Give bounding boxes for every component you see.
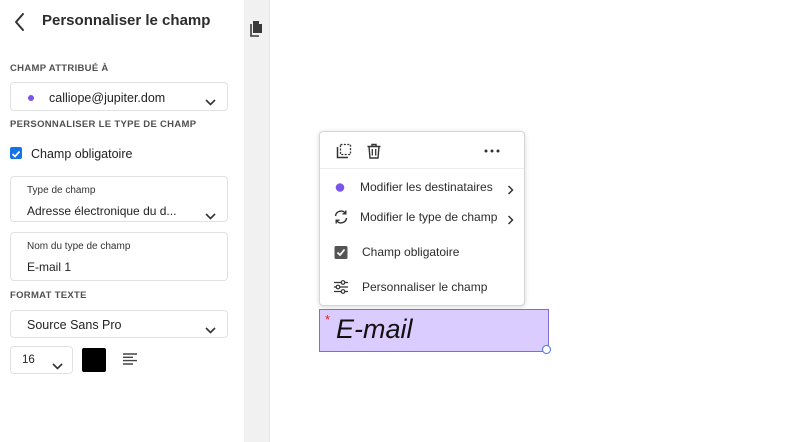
menu-item-label: Personnaliser le champ	[362, 280, 488, 294]
decorative-marks: · · · ·	[416, 0, 523, 5]
field-type-value: Adresse électronique du d...	[27, 204, 177, 218]
more-icon[interactable]	[483, 143, 501, 159]
side-rail	[244, 0, 270, 442]
trash-icon[interactable]	[366, 143, 382, 159]
resize-handle[interactable]	[542, 345, 551, 354]
field-type-label: Type de champ	[27, 185, 96, 196]
document-canvas: · · · ·	[271, 0, 799, 442]
email-form-field[interactable]: * E-mail	[319, 309, 551, 354]
field-placeholder-text: E-mail	[336, 314, 413, 344]
chevron-right-icon	[507, 212, 514, 230]
assignee-email: calliope@jupiter.dom	[49, 91, 166, 105]
field-name-input[interactable]: Nom du type de champ E-mail 1	[10, 232, 228, 281]
customize-type-label: PERSONNALISER LE TYPE DE CHAMP	[10, 119, 197, 130]
customize-field-panel: Personnaliser le champ CHAMP ATTRIBUÉ À …	[0, 0, 244, 442]
popover-toolbar	[320, 132, 524, 169]
required-checkbox-label: Champ obligatoire	[31, 147, 133, 161]
field-type-select[interactable]: Type de champ Adresse électronique du d.…	[10, 176, 228, 222]
menu-item-label: Modifier le type de champ	[360, 210, 498, 224]
chevron-down-icon	[52, 357, 63, 375]
menu-item-required-field[interactable]: Champ obligatoire	[320, 237, 524, 267]
chevron-down-icon	[205, 321, 216, 339]
panel-header: Personnaliser le champ	[0, 0, 244, 44]
text-color-swatch[interactable]	[82, 348, 106, 372]
document-icon[interactable]	[249, 20, 264, 37]
assigned-to-label: CHAMP ATTRIBUÉ À	[10, 63, 109, 74]
align-icon[interactable]	[122, 352, 138, 366]
recipient-dot-icon	[333, 179, 349, 195]
chevron-down-icon	[205, 207, 216, 225]
refresh-icon	[333, 209, 349, 225]
assignee-select[interactable]: calliope@jupiter.dom	[10, 82, 228, 111]
menu-item-edit-recipients[interactable]: Modifier les destinataires	[320, 172, 524, 202]
menu-item-label: Champ obligatoire	[362, 245, 460, 259]
field-name-label: Nom du type de champ	[27, 241, 131, 252]
font-value: Source Sans Pro	[27, 318, 122, 332]
field-name-value[interactable]: E-mail 1	[27, 260, 71, 274]
required-asterisk: *	[325, 312, 331, 327]
sliders-icon	[333, 279, 349, 295]
menu-item-label: Modifier les destinataires	[360, 180, 493, 194]
checkbox-checked-icon[interactable]	[10, 147, 22, 159]
back-icon[interactable]	[10, 11, 30, 33]
chevron-down-icon	[205, 93, 216, 111]
duplicate-icon[interactable]	[336, 143, 352, 159]
font-select[interactable]: Source Sans Pro	[10, 310, 228, 338]
recipient-dot-icon	[28, 95, 34, 101]
font-size-value: 16	[22, 354, 35, 366]
checkbox-icon	[333, 244, 349, 260]
panel-title: Personnaliser le champ	[42, 12, 211, 29]
menu-item-edit-field-type[interactable]: Modifier le type de champ	[320, 202, 524, 232]
font-size-select[interactable]: 16	[10, 346, 73, 374]
chevron-right-icon	[507, 182, 514, 200]
menu-item-customize-field[interactable]: Personnaliser le champ	[320, 272, 524, 302]
text-format-label: FORMAT TEXTE	[10, 290, 87, 301]
field-context-menu: Modifier les destinataires Modifier le t…	[319, 131, 525, 306]
